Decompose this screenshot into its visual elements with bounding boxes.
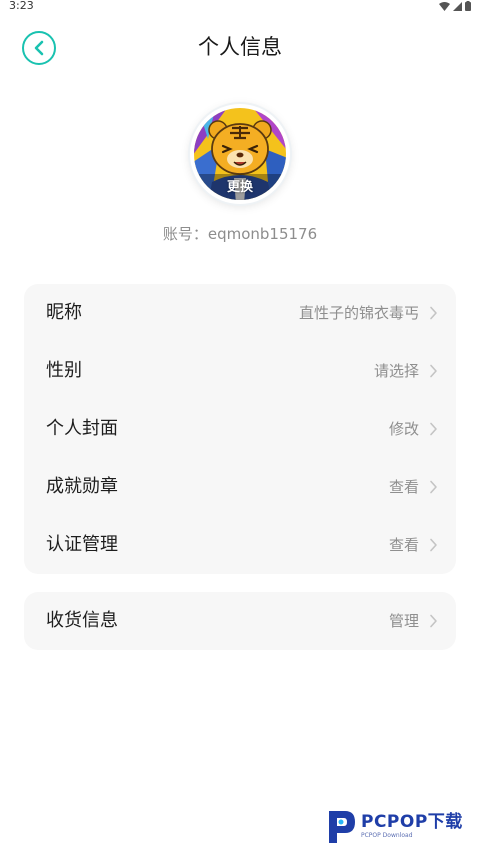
row-label: 个人封面	[46, 418, 118, 439]
row-value: 查看	[388, 478, 419, 496]
page-title: 个人信息	[198, 35, 282, 59]
row-value: 查看	[388, 536, 419, 554]
row-label: 收货信息	[46, 610, 118, 631]
change-avatar-label[interactable]: 更换	[190, 180, 290, 196]
row-badges[interactable]: 成就勋章 查看	[24, 458, 456, 516]
row-gender[interactable]: 性别 请选择	[24, 342, 456, 400]
signal-icon	[453, 1, 462, 11]
watermark-sub: PCPOP Download	[361, 831, 413, 839]
wifi-icon	[439, 1, 450, 11]
row-nickname[interactable]: 昵称 直性子的锦衣毒丐	[24, 284, 456, 342]
watermark-main: PCPOP下载	[361, 811, 463, 832]
watermark: PCPOP下载 PCPOP Download	[325, 805, 475, 847]
watermark-texts: PCPOP下载 PCPOP Download	[361, 813, 463, 840]
account-id: 账号：eqmonb15176	[162, 225, 318, 243]
battery-icon	[465, 1, 471, 11]
shipping-card: 收货信息 管理	[24, 592, 456, 650]
row-value: 请选择	[373, 362, 419, 380]
avatar[interactable]: 更换	[190, 104, 290, 204]
settings-card: 昵称 直性子的锦衣毒丐 性别 请选择 个人封面 修改 成就勋章 查看 认证管理 …	[24, 284, 456, 574]
row-label: 昵称	[46, 302, 82, 323]
row-label: 成就勋章	[46, 476, 118, 497]
chevron-right-icon	[430, 480, 437, 494]
status-bar: 3:23	[0, 0, 480, 14]
chevron-right-icon	[430, 422, 437, 436]
row-label: 认证管理	[46, 534, 118, 555]
status-time: 3:23	[9, 0, 34, 12]
screen: 3:23 个人信息 更换 账号：eqmonb15176 昵称 直性子的锦衣毒丐 …	[0, 0, 480, 857]
chevron-right-icon	[430, 364, 437, 378]
row-verification[interactable]: 认证管理 查看	[24, 516, 456, 574]
chevron-right-icon	[430, 306, 437, 320]
row-label: 性别	[46, 360, 82, 381]
row-value: 管理	[388, 612, 419, 630]
chevron-right-icon	[430, 538, 437, 552]
chevron-right-icon	[430, 614, 437, 628]
row-shipping-info[interactable]: 收货信息 管理	[24, 592, 456, 650]
row-value: 直性子的锦衣毒丐	[298, 304, 419, 322]
row-cover[interactable]: 个人封面 修改	[24, 400, 456, 458]
row-value: 修改	[388, 420, 419, 438]
status-icons	[439, 1, 471, 11]
pcpop-logo-icon	[329, 811, 355, 843]
